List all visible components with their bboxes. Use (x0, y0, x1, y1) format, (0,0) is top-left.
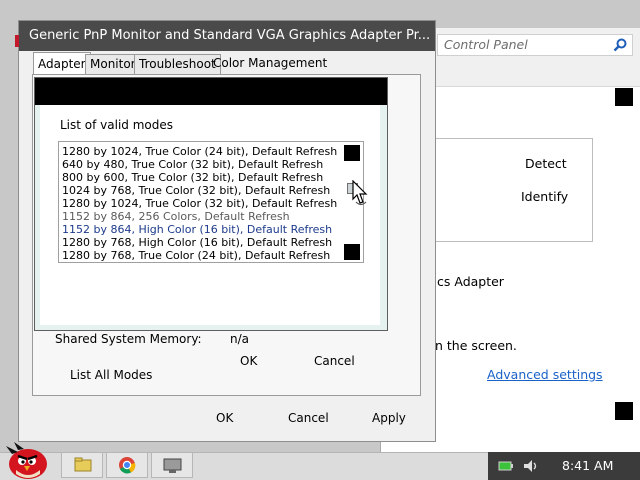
monitor-preview-box (431, 138, 593, 242)
modes-listbox[interactable]: 1280 by 1024, True Color (24 bit), Defau… (58, 141, 364, 263)
apply-button[interactable]: Apply (372, 411, 406, 425)
list-item[interactable]: 800 by 600, True Color (32 bit), Default… (62, 171, 323, 184)
title-bar[interactable]: Generic PnP Monitor and Standard VGA Gra… (19, 21, 435, 51)
mouse-cursor-icon (352, 180, 368, 206)
adapter-text-fragment: cs Adapter (437, 274, 504, 289)
search-icon[interactable] (612, 37, 628, 53)
list-item[interactable]: 1152 by 864, High Color (16 bit), Defaul… (62, 223, 332, 236)
tab-adapter[interactable]: Adapter (33, 52, 91, 74)
tab-monitor[interactable]: Monitor (85, 54, 141, 74)
identify-button[interactable]: Identify (521, 189, 568, 204)
tab-color-management[interactable]: Color Management (209, 54, 331, 74)
scroll-up-button[interactable] (615, 88, 633, 106)
list-item[interactable]: 1280 by 1024, True Color (24 bit), Defau… (62, 145, 337, 158)
battery-icon[interactable] (498, 459, 514, 473)
list-modes-dialog: List of valid modes 1280 by 1024, True C… (34, 77, 388, 368)
taskbar-chrome-button[interactable] (106, 452, 148, 478)
list-item[interactable]: 1024 by 768, True Color (32 bit), Defaul… (62, 184, 330, 197)
dialog-title-bar[interactable] (35, 78, 387, 105)
screen-text-fragment: n the screen. (435, 338, 517, 353)
window-title: Generic PnP Monitor and Standard VGA Gra… (29, 28, 431, 43)
detect-button[interactable]: Detect (525, 156, 567, 171)
advanced-settings-link[interactable]: Advanced settings (487, 367, 603, 382)
start-bird-icon[interactable] (4, 440, 54, 480)
list-scroll-up-button[interactable] (344, 145, 360, 161)
list-item[interactable]: 1152 by 864, 256 Colors, Default Refresh (62, 210, 290, 223)
control-panel-search-input[interactable]: Control Panel (437, 34, 633, 56)
list-all-modes-button[interactable]: List All Modes (70, 368, 152, 382)
scroll-down-button[interactable] (615, 402, 633, 420)
chrome-icon (119, 457, 136, 474)
folder-icon (74, 457, 92, 472)
display-settings-icon (163, 458, 182, 473)
list-scroll-down-button[interactable] (344, 244, 360, 260)
shared-memory-value: n/a (230, 332, 250, 346)
ok-button[interactable]: OK (216, 411, 233, 425)
dialog-body: List of valid modes 1280 by 1024, True C… (40, 105, 380, 325)
taskbar-settings-button[interactable] (151, 452, 193, 478)
list-item[interactable]: 1280 by 1024, True Color (32 bit), Defau… (62, 197, 337, 210)
search-placeholder: Control Panel (444, 37, 528, 52)
taskbar-clock[interactable]: 8:41 AM (562, 458, 613, 473)
modes-list-label: List of valid modes (60, 118, 174, 132)
modes-ok-button[interactable]: OK (240, 354, 257, 368)
list-item[interactable]: 640 by 480, True Color (32 bit), Default… (62, 158, 323, 171)
volume-icon[interactable] (522, 458, 540, 474)
shared-memory-label: Shared System Memory: (55, 332, 202, 346)
taskbar-explorer-button[interactable] (61, 452, 103, 478)
modes-cancel-button[interactable]: Cancel (314, 354, 355, 368)
tab-troubleshoot[interactable]: Troubleshoot (134, 54, 221, 74)
list-item[interactable]: 1280 by 768, True Color (24 bit), Defaul… (62, 249, 330, 262)
list-item[interactable]: 1280 by 768, High Color (16 bit), Defaul… (62, 236, 332, 249)
cancel-button[interactable]: Cancel (288, 411, 329, 425)
